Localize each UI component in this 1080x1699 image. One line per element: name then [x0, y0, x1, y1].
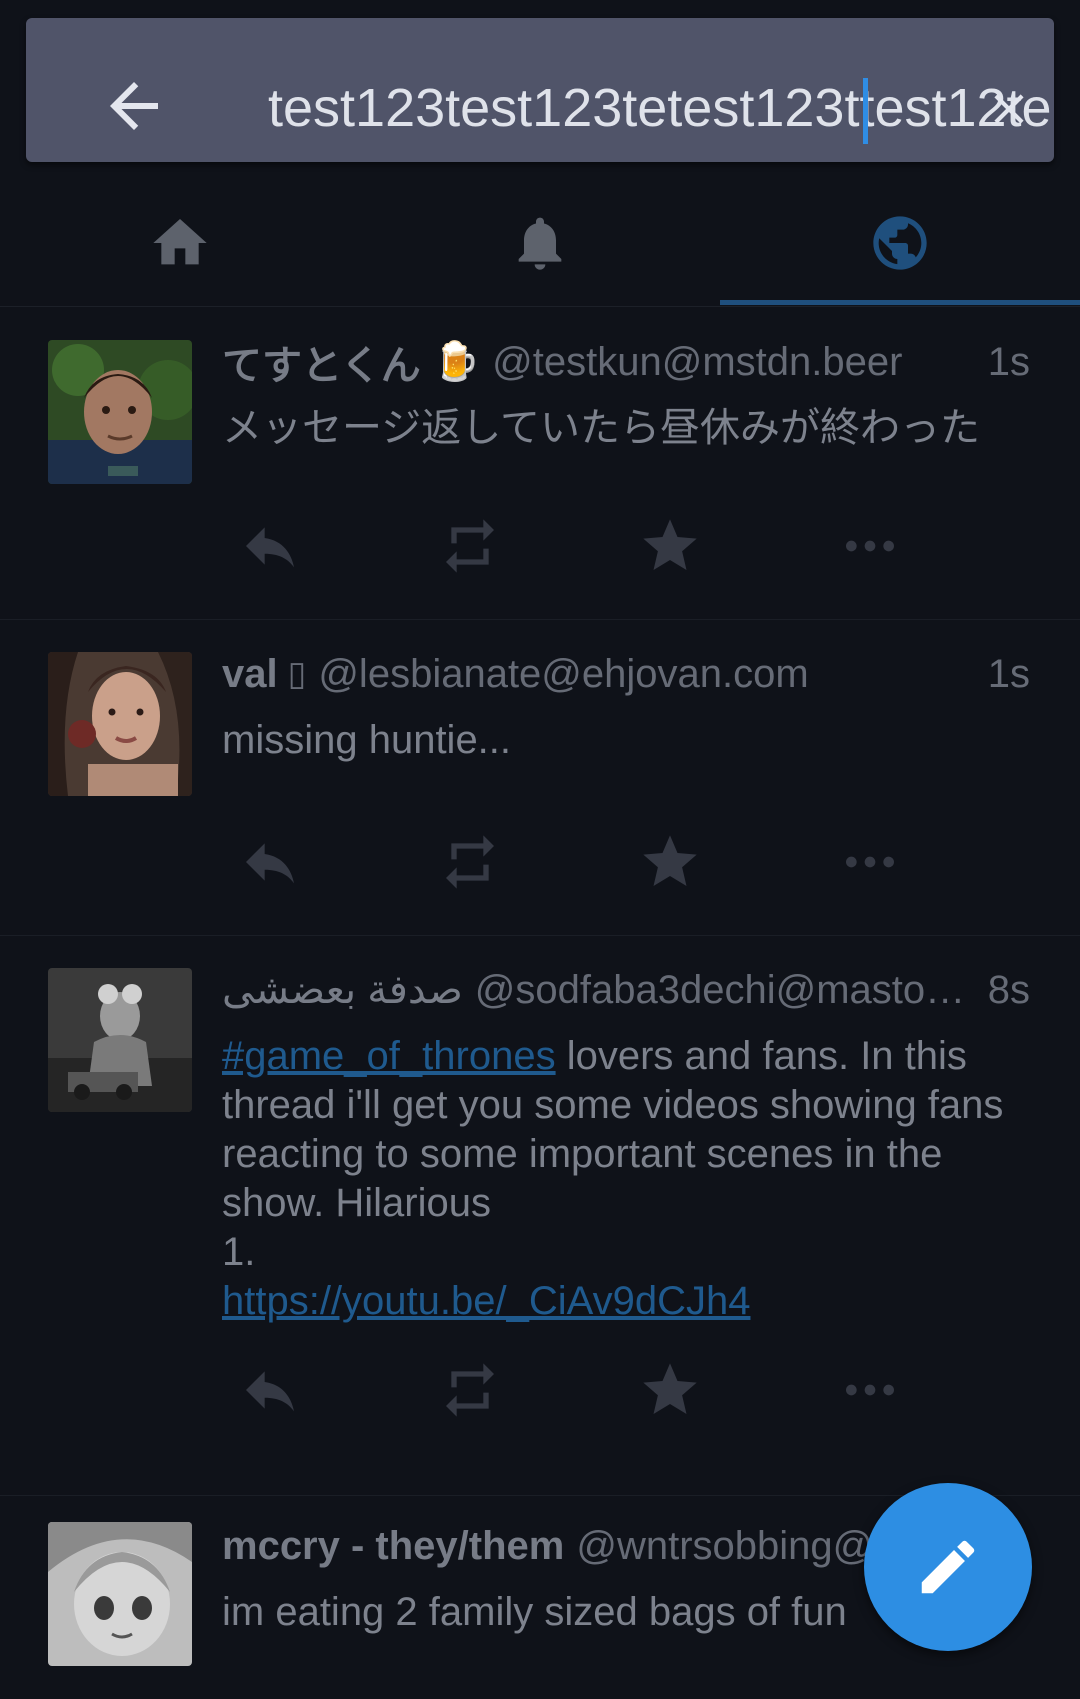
- timestamp: 1s: [987, 339, 1030, 384]
- retweet-icon: [446, 835, 494, 889]
- avatar-image: [48, 340, 192, 484]
- display-name[interactable]: mccry - they/them: [222, 1524, 564, 1569]
- display-name[interactable]: てすとくん: [222, 333, 421, 391]
- favourite-button[interactable]: [630, 822, 710, 902]
- ellipsis-icon: [846, 856, 894, 868]
- status-header: val ▯ @lesbianate@ehjovan.com 1s: [222, 646, 1030, 702]
- ellipsis-icon: [846, 1384, 894, 1396]
- favourite-button[interactable]: [630, 1350, 710, 1430]
- more-button[interactable]: [830, 506, 910, 586]
- more-button[interactable]: [830, 1350, 910, 1430]
- status-header: mccry - they/them @wntrsobbing@: [222, 1518, 880, 1574]
- bell-icon: [518, 217, 562, 270]
- display-name[interactable]: val: [222, 652, 278, 697]
- status-item[interactable]: val ▯ @lesbianate@ehjovan.com 1s missing…: [0, 620, 1080, 936]
- avatar[interactable]: [48, 1522, 192, 1666]
- star-icon: [643, 519, 697, 570]
- search-bar: [26, 18, 1054, 162]
- tab-home[interactable]: [0, 180, 360, 306]
- timestamp: 8s: [987, 967, 1030, 1012]
- compose-button[interactable]: [864, 1483, 1032, 1651]
- avatar-image: [48, 1522, 192, 1666]
- status-actions: [222, 822, 982, 902]
- close-icon: [994, 94, 1024, 124]
- emoji-placeholder: ▯: [287, 655, 307, 693]
- account-handle[interactable]: @sodfaba3dechi@masto…: [475, 968, 972, 1013]
- account-handle[interactable]: @testkun@mstdn.beer: [492, 340, 972, 385]
- status-content: #game_of_thrones lovers and fans. In thi…: [222, 1032, 1030, 1326]
- home-icon: [153, 219, 207, 265]
- status-text-line: 1.: [222, 1230, 256, 1274]
- reply-button[interactable]: [230, 1350, 310, 1430]
- status-content: im eating 2 family sized bags of fun: [222, 1590, 847, 1634]
- timeline-tabs: [0, 180, 1080, 306]
- hashtag-link[interactable]: #game_of_thrones: [222, 1034, 556, 1078]
- star-icon: [643, 1363, 697, 1414]
- timestamp: 1s: [987, 651, 1030, 696]
- avatar-image: [48, 968, 192, 1112]
- status-actions: [222, 506, 982, 586]
- avatar[interactable]: [48, 652, 192, 796]
- reply-icon: [246, 1371, 294, 1412]
- status-header: صدفة بعضشى @sodfaba3dechi@masto… 8s: [222, 962, 1030, 1018]
- status-item[interactable]: صدفة بعضشى @sodfaba3dechi@masto… 8s #gam…: [0, 936, 1080, 1496]
- tab-notifications[interactable]: [360, 180, 720, 306]
- account-handle[interactable]: @lesbianate@ehjovan.com: [318, 652, 971, 697]
- avatar[interactable]: [48, 968, 192, 1112]
- reply-icon: [246, 527, 294, 568]
- tab-public[interactable]: [720, 180, 1080, 306]
- active-tab-indicator: [720, 300, 1080, 305]
- status-header: てすとくん 🍺 @testkun@mstdn.beer 1s: [222, 334, 1030, 390]
- reply-button[interactable]: [230, 822, 310, 902]
- arrow-left-icon: [110, 82, 158, 130]
- back-button[interactable]: [98, 70, 170, 142]
- more-button[interactable]: [830, 822, 910, 902]
- retweet-icon: [446, 1363, 494, 1417]
- divider: [0, 306, 1080, 307]
- clear-search-button[interactable]: [984, 84, 1034, 134]
- boost-button[interactable]: [430, 506, 510, 586]
- star-icon: [643, 835, 697, 886]
- reply-icon: [246, 843, 294, 884]
- status-item[interactable]: てすとくん 🍺 @testkun@mstdn.beer 1s メッセージ返してい…: [0, 308, 1080, 620]
- boost-button[interactable]: [430, 822, 510, 902]
- search-input[interactable]: [242, 58, 1054, 158]
- boost-button[interactable]: [430, 1350, 510, 1430]
- globe-icon: [873, 216, 927, 270]
- retweet-icon: [446, 519, 494, 573]
- avatar-image: [48, 652, 192, 796]
- status-actions: [222, 1350, 982, 1430]
- status-content: メッセージ返していたら昼休みが終わった: [222, 406, 980, 450]
- url-link[interactable]: https://youtu.be/_CiAv9dCJh4: [222, 1279, 750, 1323]
- reply-button[interactable]: [230, 506, 310, 586]
- display-name[interactable]: صدفة بعضشى: [222, 967, 463, 1013]
- beer-emoji: 🍺: [432, 341, 481, 383]
- avatar[interactable]: [48, 340, 192, 484]
- ellipsis-icon: [846, 540, 894, 552]
- favourite-button[interactable]: [630, 506, 710, 586]
- status-content: missing huntie...: [222, 718, 512, 762]
- pencil-icon: [921, 1540, 975, 1594]
- account-handle[interactable]: @wntrsobbing@: [576, 1524, 880, 1569]
